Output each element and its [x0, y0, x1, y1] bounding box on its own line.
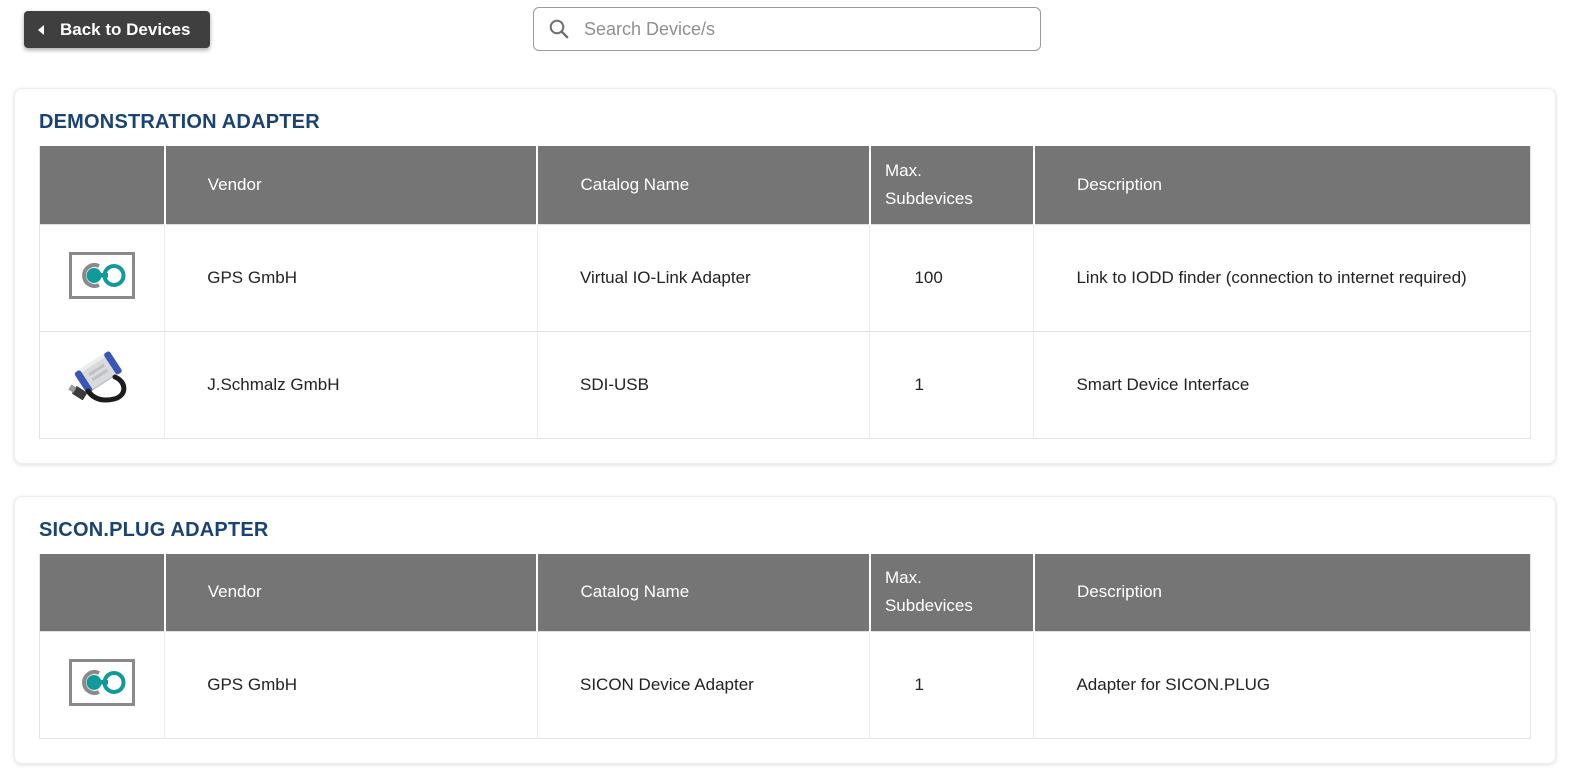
search-box[interactable]: [533, 7, 1041, 51]
chevron-left-icon: [38, 25, 44, 35]
vendor-cell: GPS GmbH: [165, 224, 538, 331]
column-header-catalog-name: Catalog Name: [537, 554, 869, 632]
back-button-label: Back to Devices: [60, 20, 190, 40]
gps-co-logo-icon: [69, 659, 135, 706]
table-row-virtual-io-link-adapter[interactable]: GPS GmbH Virtual IO-Link Adapter 100 Lin…: [40, 224, 1531, 331]
column-header-description: Description: [1034, 146, 1531, 224]
table-row-sdi-usb[interactable]: J.Schmalz GmbH SDI-USB 1 Smart Device In…: [40, 331, 1531, 438]
sicon-plug-adapter-card: SICON.PLUG ADAPTER Vendor Catalog Name M…: [14, 496, 1556, 765]
description-cell: Smart Device Interface: [1034, 331, 1531, 438]
sdi-usb-device-photo: [65, 348, 139, 416]
vendor-cell: J.Schmalz GmbH: [165, 331, 538, 438]
max-subdevices-cell: 1: [870, 632, 1034, 739]
catalog-name-cell: SICON Device Adapter: [537, 632, 869, 739]
max-subdevices-cell: 1: [870, 331, 1034, 438]
description-cell: Adapter for SICON.PLUG: [1034, 632, 1531, 739]
row-image-cell: [40, 224, 165, 331]
column-header-max-subdevices: Max. Subdevices: [870, 146, 1034, 224]
row-image-cell: [40, 632, 165, 739]
column-header-image: [40, 554, 165, 632]
column-header-image: [40, 146, 165, 224]
column-header-max-subdevices: Max. Subdevices: [870, 554, 1034, 632]
gps-co-logo-icon: [69, 252, 135, 299]
catalog-name-cell: SDI-USB: [537, 331, 869, 438]
adapter-table: Vendor Catalog Name Max. Subdevices Desc…: [39, 146, 1531, 439]
table-header-row: Vendor Catalog Name Max. Subdevices Desc…: [40, 554, 1531, 632]
adapter-table: Vendor Catalog Name Max. Subdevices Desc…: [39, 554, 1531, 740]
row-image-cell: [40, 331, 165, 438]
column-header-vendor: Vendor: [165, 554, 538, 632]
description-cell: Link to IODD finder (connection to inter…: [1034, 224, 1531, 331]
max-subdevices-cell: 100: [870, 224, 1034, 331]
catalog-name-cell: Virtual IO-Link Adapter: [537, 224, 869, 331]
table-header-row: Vendor Catalog Name Max. Subdevices Desc…: [40, 146, 1531, 224]
table-row-sicon-device-adapter[interactable]: GPS GmbH SICON Device Adapter 1 Adapter …: [40, 632, 1531, 739]
column-header-vendor: Vendor: [165, 146, 538, 224]
section-title: DEMONSTRATION ADAPTER: [39, 111, 1531, 134]
search-input[interactable]: [582, 18, 1026, 41]
column-header-description: Description: [1034, 554, 1531, 632]
demonstration-adapter-card: DEMONSTRATION ADAPTER Vendor Catalog Nam…: [14, 88, 1556, 464]
vendor-cell: GPS GmbH: [165, 632, 538, 739]
section-title: SICON.PLUG ADAPTER: [39, 519, 1531, 542]
column-header-catalog-name: Catalog Name: [537, 146, 869, 224]
back-to-devices-button[interactable]: Back to Devices: [24, 11, 210, 48]
top-bar: Back to Devices: [0, 0, 1570, 58]
search-icon: [548, 18, 570, 40]
